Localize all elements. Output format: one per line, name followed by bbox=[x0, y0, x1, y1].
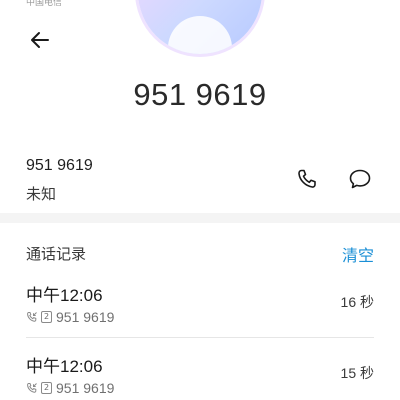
contact-number: 951 9619 bbox=[26, 157, 93, 174]
call-number: 951 9619 bbox=[56, 380, 115, 396]
incoming-call-icon bbox=[26, 311, 38, 323]
call-duration: 15 秒 bbox=[340, 365, 374, 381]
message-icon bbox=[349, 169, 371, 189]
call-meta: 2 951 9619 bbox=[26, 380, 114, 396]
carrier-name: 中国电信 bbox=[26, 0, 63, 8]
call-number: 951 9619 bbox=[56, 309, 115, 325]
call-time: 中午12:06 bbox=[26, 357, 103, 376]
call-meta: 2 951 9619 bbox=[26, 309, 114, 325]
section-divider bbox=[0, 213, 400, 223]
sim-card-icon: 2 bbox=[41, 311, 52, 323]
call-log-entry[interactable]: 中午12:06 2 951 9619 16 秒 bbox=[0, 281, 400, 345]
call-duration: 16 秒 bbox=[340, 294, 374, 310]
call-time: 中午12:06 bbox=[26, 286, 103, 305]
arrow-left-icon bbox=[31, 32, 49, 48]
status-icons-left bbox=[80, 0, 120, 4]
status-icons-right bbox=[310, 0, 370, 4]
contact-location-label: 未知 bbox=[26, 185, 57, 203]
sim-card-icon: 2 bbox=[41, 382, 52, 394]
row-divider bbox=[26, 337, 374, 338]
clear-call-log-button[interactable]: 清空 bbox=[342, 242, 374, 266]
message-button[interactable] bbox=[344, 164, 376, 194]
contact-avatar bbox=[138, 0, 262, 54]
call-button[interactable] bbox=[292, 164, 322, 194]
contact-number-title: 951 9619 bbox=[133, 77, 267, 112]
person-avatar-icon bbox=[168, 16, 232, 54]
incoming-call-icon bbox=[26, 382, 38, 394]
call-log-entry[interactable]: 中午12:06 2 951 9619 15 秒 bbox=[0, 352, 400, 400]
call-log-title: 通话记录 bbox=[26, 245, 87, 263]
phone-icon bbox=[298, 169, 316, 188]
back-button[interactable] bbox=[26, 26, 54, 54]
